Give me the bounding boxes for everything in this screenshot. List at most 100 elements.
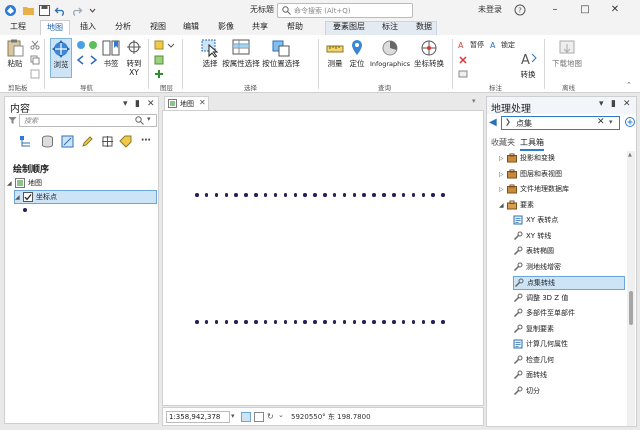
more-options-icon[interactable]: ⋯ bbox=[141, 135, 151, 146]
tool-search-input[interactable]: ❯ 点集 ✕ ▾ bbox=[501, 116, 620, 130]
toolbox-tree-item[interactable]: 面转线 bbox=[513, 369, 547, 383]
copy-icon[interactable] bbox=[30, 55, 40, 65]
tab-analysis[interactable]: 分析 bbox=[111, 20, 135, 35]
open-folder-icon[interactable] bbox=[22, 4, 35, 17]
toolbox-tree-item[interactable]: 计算几何属性 bbox=[513, 338, 568, 352]
convert-coordinates-button[interactable]: 坐标转换 bbox=[412, 38, 446, 68]
toolbox-tree-item[interactable]: 复制要素 bbox=[513, 323, 554, 337]
add-icon[interactable] bbox=[625, 117, 635, 129]
bookmarks-button[interactable]: 书签 bbox=[100, 38, 122, 68]
basemap-icon[interactable] bbox=[154, 55, 164, 65]
toolbox-tree-item[interactable]: 表转椭圆 bbox=[513, 245, 554, 259]
toolbox-tree-item[interactable]: ◢ 要素 bbox=[499, 199, 534, 213]
back-arrow-icon[interactable]: ◀ bbox=[489, 117, 497, 128]
add-data-icon[interactable] bbox=[154, 40, 164, 50]
select-by-attributes-button[interactable]: 按属性选择 bbox=[222, 38, 260, 68]
unplaced-labels-icon[interactable] bbox=[458, 55, 468, 65]
lock-labels-icon[interactable]: A bbox=[490, 40, 500, 50]
tab-insert[interactable]: 插入 bbox=[76, 20, 100, 35]
previous-extent-icon[interactable] bbox=[76, 55, 86, 65]
close-pane-icon[interactable]: ✕ bbox=[147, 99, 155, 109]
map-node[interactable]: ◢ 地图 bbox=[7, 177, 42, 191]
pause-labels-icon[interactable]: A bbox=[458, 40, 468, 50]
select-button[interactable]: 选择 bbox=[198, 38, 222, 68]
help-icon[interactable]: ? bbox=[511, 2, 529, 18]
filter-icon[interactable] bbox=[8, 116, 17, 127]
lock-label[interactable]: 锁定 bbox=[501, 40, 515, 50]
list-by-editing-icon[interactable] bbox=[81, 135, 94, 150]
next-extent-icon[interactable] bbox=[88, 55, 98, 65]
scrollbar[interactable]: ▲ bbox=[627, 151, 635, 426]
scrollbar-thumb[interactable] bbox=[629, 291, 633, 325]
tab-data[interactable]: 数据 bbox=[412, 20, 436, 35]
tab-favorites[interactable]: 收藏夹 bbox=[491, 137, 515, 148]
tab-feature-layer[interactable]: 要素图层 bbox=[328, 20, 370, 35]
measure-button[interactable]: 测量 bbox=[324, 38, 346, 68]
toolbox-tree-item[interactable]: ▷ 投影和变换 bbox=[499, 152, 555, 166]
list-by-drawing-order-icon[interactable] bbox=[19, 135, 32, 150]
tab-toolboxes[interactable]: 工具箱 bbox=[520, 137, 544, 151]
copy-path-icon[interactable] bbox=[30, 69, 40, 79]
customize-toolbar-icon[interactable] bbox=[86, 4, 99, 17]
cut-icon[interactable] bbox=[30, 40, 40, 50]
expand-caret-icon[interactable]: ▷ bbox=[499, 168, 507, 181]
dropdown-arrow-icon[interactable]: ⌄ bbox=[278, 411, 284, 419]
pin-icon[interactable]: ▮ bbox=[135, 99, 140, 109]
list-by-labeling-icon[interactable] bbox=[119, 135, 132, 150]
clear-search-icon[interactable]: ✕ bbox=[597, 117, 605, 127]
table-icon[interactable] bbox=[254, 412, 264, 422]
tab-labeling[interactable]: 标注 bbox=[378, 20, 402, 35]
list-by-snapping-icon[interactable] bbox=[101, 135, 114, 150]
visibility-checkbox[interactable] bbox=[23, 192, 33, 202]
toolbox-tree-item[interactable]: 多部件至单部件 bbox=[513, 307, 575, 321]
tab-help[interactable]: 帮助 bbox=[283, 20, 307, 35]
zoom-full-icon[interactable] bbox=[76, 40, 86, 50]
toolbox-tree-item[interactable]: 点集转线 bbox=[513, 276, 625, 290]
minimize-button[interactable]: – bbox=[546, 2, 564, 18]
download-map-button[interactable]: 下载地图 bbox=[550, 38, 584, 68]
scale-selector[interactable]: 1:358,942,378 bbox=[166, 411, 230, 423]
tab-view[interactable]: 视图 bbox=[146, 20, 170, 35]
close-tab-icon[interactable]: ✕ bbox=[199, 98, 206, 107]
toolbox-tree-item[interactable]: XY 转线 bbox=[513, 230, 551, 244]
infographics-button[interactable]: Infographics bbox=[368, 38, 412, 69]
list-by-data-source-icon[interactable] bbox=[41, 135, 54, 150]
tab-share[interactable]: 共享 bbox=[248, 20, 272, 35]
explore-button[interactable]: 浏览 bbox=[50, 38, 72, 78]
toolbox-tree-item[interactable]: 切分 bbox=[513, 385, 540, 399]
convert-button[interactable]: A 转换 bbox=[518, 49, 538, 79]
maximize-button[interactable]: □ bbox=[576, 2, 594, 18]
tab-project[interactable]: 工程 bbox=[6, 20, 30, 35]
toolbox-tree-item[interactable]: ▷ 文件地理数据库 bbox=[499, 183, 569, 197]
grid-icon[interactable] bbox=[241, 412, 251, 422]
pane-options-icon[interactable]: ▾ bbox=[123, 99, 128, 109]
toolbox-tree-item[interactable]: 调整 3D Z 值 bbox=[513, 292, 568, 306]
paste-button[interactable]: 粘贴 bbox=[4, 38, 26, 68]
select-by-location-button[interactable]: 按位置选择 bbox=[262, 38, 300, 68]
undo-icon[interactable] bbox=[54, 4, 67, 17]
toolbox-tree-item[interactable]: 测地线增密 bbox=[513, 261, 561, 275]
tab-map[interactable]: 地图 bbox=[40, 20, 70, 35]
close-button[interactable]: ✕ bbox=[606, 2, 624, 18]
toolbox-tree-item[interactable]: ▷ 图层和表视图 bbox=[499, 168, 562, 182]
collapse-caret-icon[interactable]: ◢ bbox=[15, 191, 23, 204]
expand-caret-icon[interactable]: ▷ bbox=[499, 152, 507, 165]
command-search-input[interactable]: 命令搜索 (Alt+Q) bbox=[277, 3, 413, 18]
add-preset-icon[interactable] bbox=[154, 69, 164, 79]
dropdown-arrow-icon[interactable]: ▾ bbox=[609, 118, 613, 126]
contents-search-input[interactable]: 搜索 ▾ bbox=[19, 114, 157, 127]
more-labeling-icon[interactable] bbox=[458, 69, 468, 79]
dropdown-arrow-icon[interactable]: ▾ bbox=[231, 412, 235, 420]
toolbox-tree-item[interactable]: 检查几何 bbox=[513, 354, 554, 368]
save-icon[interactable] bbox=[38, 4, 51, 17]
tab-imagery[interactable]: 影像 bbox=[214, 20, 238, 35]
tab-edit[interactable]: 编辑 bbox=[179, 20, 203, 35]
collapse-caret-icon[interactable]: ◢ bbox=[7, 177, 15, 190]
pause-label[interactable]: 暂停 bbox=[470, 40, 484, 50]
collapse-caret-icon[interactable]: ◢ bbox=[499, 199, 507, 212]
map-view[interactable] bbox=[162, 110, 484, 406]
collapse-ribbon-icon[interactable]: ⌃ bbox=[626, 81, 632, 89]
redo-icon[interactable] bbox=[70, 4, 83, 17]
toolbox-tree-item[interactable]: XY 表转点 bbox=[513, 214, 558, 228]
list-by-selection-icon[interactable] bbox=[61, 135, 74, 150]
